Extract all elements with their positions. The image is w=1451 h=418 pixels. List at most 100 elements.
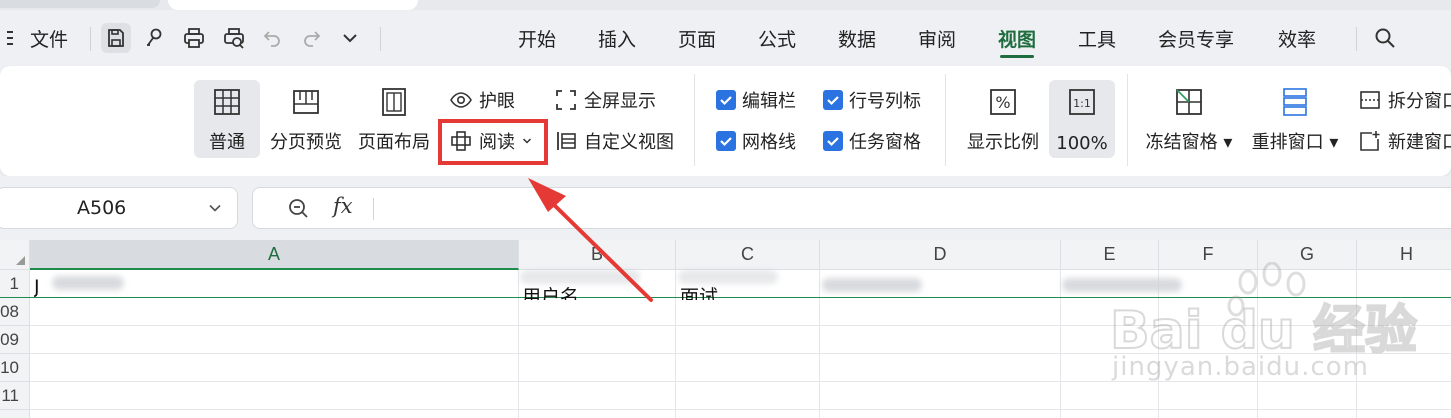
page-layout-label: 页面布局	[358, 132, 430, 153]
tab-insert[interactable]: 插入	[598, 10, 636, 66]
file-menu[interactable]: 文件	[30, 10, 68, 66]
fullscreen-label: 全屏显示	[584, 91, 656, 112]
task-pane-checkbox[interactable]: 任务窗格	[823, 126, 921, 156]
split-window-icon	[1360, 91, 1380, 109]
tab-efficiency[interactable]: 效率	[1278, 10, 1316, 66]
menu-separator	[380, 27, 381, 51]
column-line	[1158, 270, 1159, 418]
redo-icon[interactable]	[297, 23, 327, 53]
blurred-content	[52, 276, 124, 290]
headings-checkbox[interactable]: 行号列标	[823, 85, 921, 115]
search-icon[interactable]	[1370, 23, 1400, 53]
new-window-button[interactable]: 新建窗口	[1358, 126, 1451, 156]
gridlines-checkbox[interactable]: 网格线	[716, 126, 796, 156]
column-line	[1356, 270, 1357, 418]
tab-formula[interactable]: 公式	[758, 10, 796, 66]
column-header-a[interactable]: A	[30, 240, 519, 270]
zoom-100-icon: 1:1	[1069, 89, 1095, 115]
cell-c1[interactable]: 面试	[680, 282, 718, 300]
ribbon-separator	[945, 74, 946, 166]
split-window-button[interactable]: 拆分窗口	[1358, 85, 1451, 115]
cell-b1[interactable]: 用户名	[522, 282, 579, 300]
checkbox-checked-icon	[716, 90, 736, 110]
name-box-value: A506	[77, 197, 127, 219]
function-icon[interactable]: fx	[333, 194, 353, 218]
menu-icon[interactable]	[0, 23, 30, 53]
active-document-tab[interactable]	[168, 0, 418, 10]
zoom-out-icon[interactable]	[287, 197, 311, 221]
fullscreen-button[interactable]: 全屏显示	[554, 85, 656, 115]
print-icon[interactable]	[179, 23, 209, 53]
column-header-f[interactable]: F	[1159, 240, 1258, 270]
formula-bar-area: A506 fx	[0, 176, 1451, 240]
menu-separator	[90, 27, 91, 51]
window-tab-strip	[0, 0, 1451, 10]
page-break-preview-label: 分页预览	[270, 132, 342, 153]
menu-bar: 文件 开始 插入 页面 公式 数据 审阅 视图 工具 会员专享 效率	[0, 10, 1451, 66]
column-header-g[interactable]: G	[1258, 240, 1357, 270]
name-box[interactable]: A506	[0, 187, 238, 229]
arrange-windows-label: 重排窗口 ▾	[1251, 132, 1339, 153]
normal-view-button[interactable]: 普通	[194, 80, 260, 158]
column-line	[1257, 270, 1258, 418]
custom-view-icon	[557, 132, 576, 150]
checkbox-checked-icon	[823, 90, 843, 110]
page-layout-icon	[382, 88, 406, 116]
gridlines-label: 网格线	[742, 132, 796, 153]
blurred-content	[822, 278, 922, 292]
undo-icon[interactable]	[257, 23, 287, 53]
column-line	[675, 270, 676, 418]
freeze-panes-button[interactable]: 冻结窗格 ▾	[1144, 80, 1234, 158]
normal-view-label: 普通	[209, 132, 245, 153]
tab-view[interactable]: 视图	[998, 10, 1036, 66]
print-preview-icon[interactable]	[219, 23, 249, 53]
column-header-c[interactable]: C	[676, 240, 820, 270]
row-header-1[interactable]: 1	[0, 270, 30, 298]
column-header-d[interactable]: D	[820, 240, 1061, 270]
arrange-windows-icon	[1283, 88, 1307, 116]
tab-review[interactable]: 审阅	[918, 10, 956, 66]
more-icon[interactable]	[335, 23, 365, 53]
tab-start[interactable]: 开始	[518, 10, 556, 66]
formula-bar-checkbox[interactable]: 编辑栏	[716, 85, 796, 115]
column-header-e[interactable]: E	[1061, 240, 1159, 270]
new-window-label: 新建窗口	[1388, 132, 1451, 153]
row-header-508[interactable]: 08	[0, 298, 30, 326]
menu-separator	[1356, 27, 1357, 51]
page-break-preview-button[interactable]: 分页预览	[268, 80, 344, 158]
column-header-h[interactable]: H	[1357, 240, 1451, 270]
tab-tools[interactable]: 工具	[1078, 10, 1116, 66]
row-header-510[interactable]: 10	[0, 354, 30, 382]
row-header-512[interactable]	[0, 410, 30, 418]
row-header-511[interactable]: 11	[0, 382, 30, 410]
zoom-ratio-button[interactable]: % 显示比例	[964, 80, 1042, 158]
task-pane-label: 任务窗格	[849, 132, 921, 153]
arrange-windows-button[interactable]: 重排窗口 ▾	[1250, 80, 1340, 158]
normal-view-icon	[214, 89, 240, 115]
tab-member[interactable]: 会员专享	[1158, 10, 1234, 66]
select-all-corner[interactable]	[0, 240, 30, 270]
inactive-document-tab[interactable]	[0, 0, 160, 8]
checkbox-checked-icon	[823, 131, 843, 151]
ribbon-separator	[694, 74, 695, 166]
row-header-509[interactable]: 09	[0, 326, 30, 354]
svg-text:%: %	[995, 93, 1010, 112]
annotation-highlight-box	[438, 119, 548, 165]
column-header-b[interactable]: B	[519, 240, 676, 270]
headings-label: 行号列标	[849, 91, 921, 112]
zoom-100-button[interactable]: 1:1 100%	[1049, 80, 1115, 158]
custom-view-label: 自定义视图	[584, 132, 674, 153]
eye-protection-button[interactable]: 护眼	[449, 85, 515, 115]
formula-bar-label: 编辑栏	[742, 91, 796, 112]
formula-input[interactable]: fx	[252, 187, 1451, 229]
zoom-100-label: 100%	[1056, 133, 1108, 154]
save-icon[interactable]	[101, 23, 131, 53]
chevron-down-icon[interactable]	[205, 198, 225, 218]
column-line	[1060, 270, 1061, 418]
tab-page[interactable]: 页面	[678, 10, 716, 66]
format-brush-icon[interactable]	[139, 23, 169, 53]
cell-a1[interactable]: J	[34, 270, 40, 298]
custom-view-button[interactable]: 自定义视图	[554, 126, 674, 156]
tab-data[interactable]: 数据	[838, 10, 876, 66]
page-layout-button[interactable]: 页面布局	[356, 80, 432, 158]
